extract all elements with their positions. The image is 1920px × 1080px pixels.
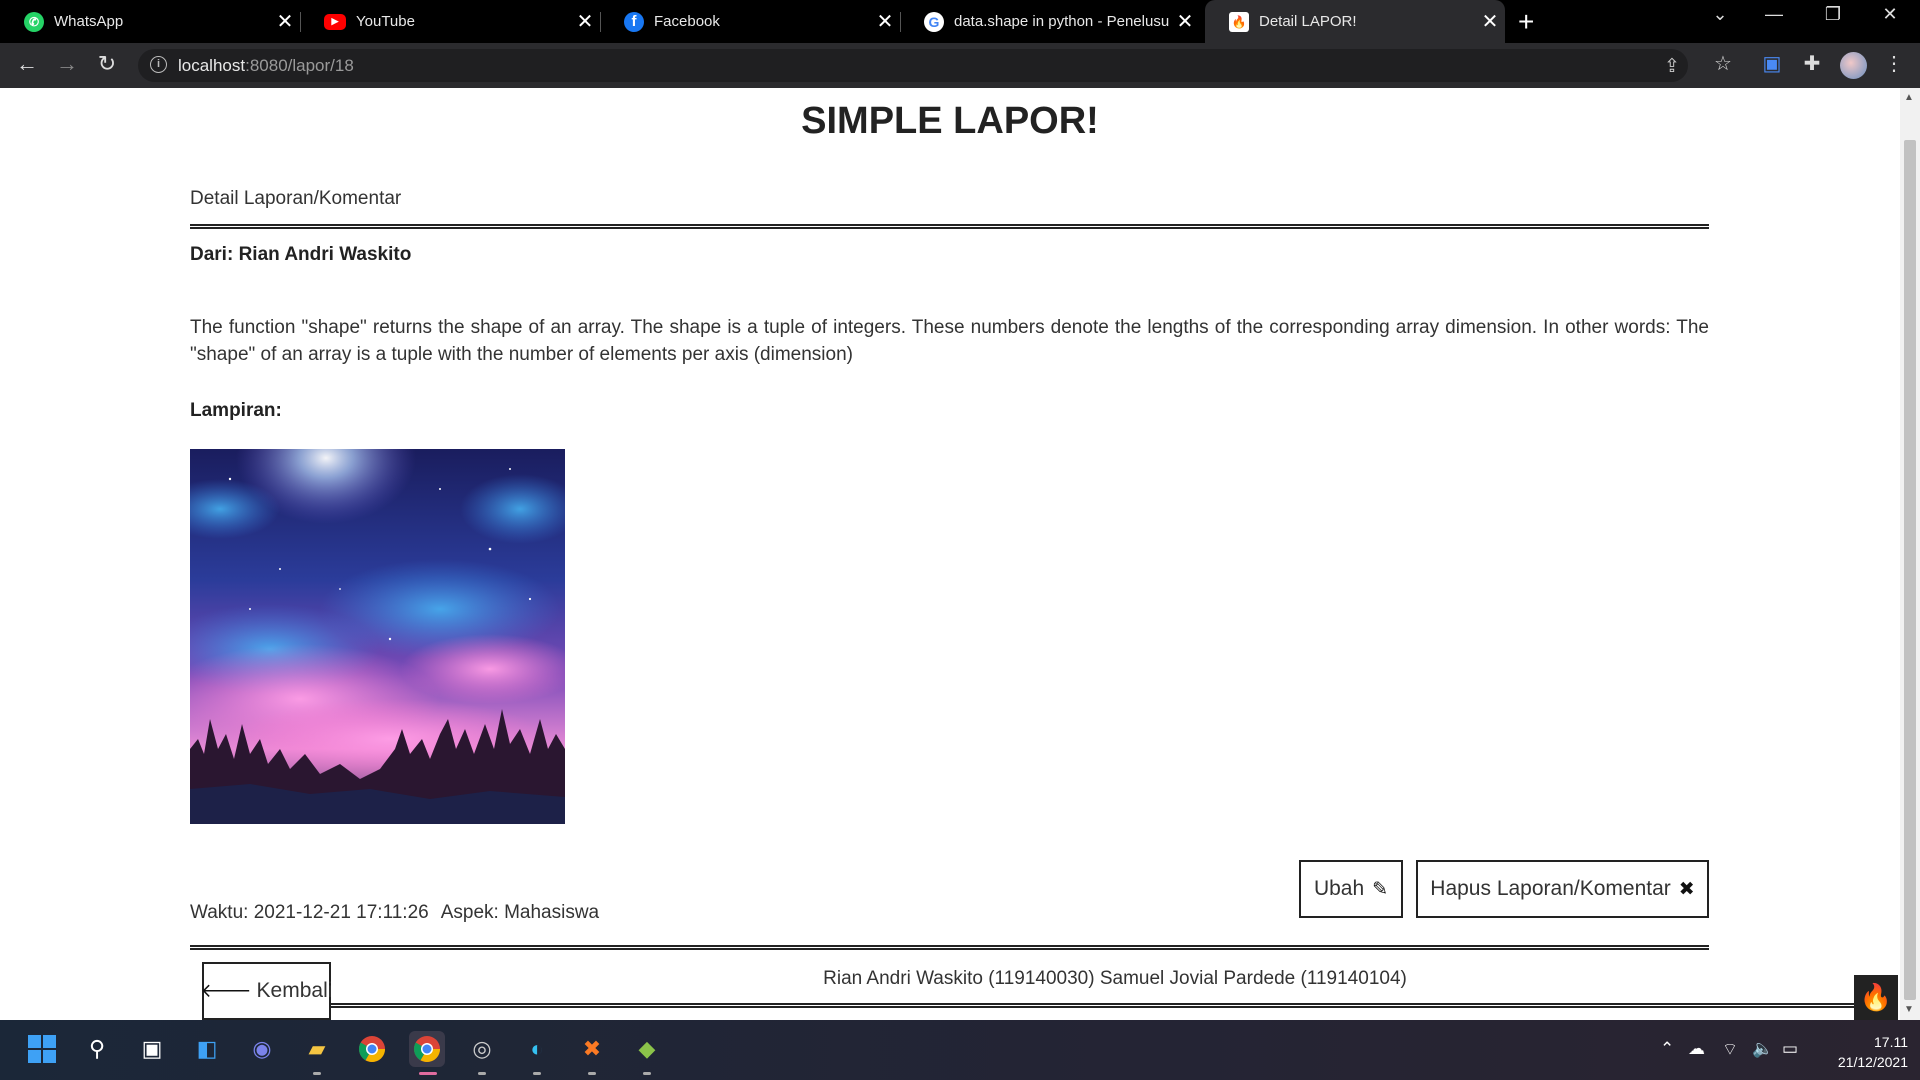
restore-button[interactable]: ❐ xyxy=(1810,4,1856,25)
edit-button[interactable]: Ubah ✎ xyxy=(1299,860,1403,918)
pencil-icon: ✎ xyxy=(1372,878,1389,900)
onedrive-cloud-icon[interactable]: ☁ xyxy=(1688,1039,1705,1059)
report-author: Dari: Rian Andri Waskito xyxy=(190,244,412,265)
address-bar[interactable]: i localhost:8080/lapor/18 ⇪ xyxy=(138,49,1688,82)
bookmark-star-icon[interactable]: ☆ xyxy=(1709,51,1737,76)
browser-toolbar: ← → ↻ i localhost:8080/lapor/18 ⇪ ☆ ▣ ✚ … xyxy=(0,43,1920,88)
xampp-icon[interactable]: ✖ xyxy=(574,1031,610,1067)
attachment-image[interactable] xyxy=(190,449,565,824)
active-indicator xyxy=(419,1072,437,1075)
clock-date: 21/12/2021 xyxy=(1837,1054,1908,1070)
gitkraken-icon[interactable]: ◆ xyxy=(629,1031,665,1067)
taskbar-clock[interactable]: 17.11 21/12/2021 xyxy=(1818,1032,1908,1072)
section-label: Detail Laporan/Komentar xyxy=(190,188,402,209)
close-icon[interactable]: ✕ xyxy=(1170,9,1200,34)
wifi-icon[interactable]: ⌔ xyxy=(1722,1039,1738,1060)
delete-button-label: Hapus Laporan/Komentar xyxy=(1430,877,1671,900)
site-info-icon[interactable]: i xyxy=(150,56,167,73)
flame-icon[interactable]: 🔥 xyxy=(1854,975,1898,1020)
running-indicator xyxy=(643,1072,651,1075)
window-close-button[interactable]: ✕ xyxy=(1867,4,1913,25)
task-view-icon[interactable]: ▣ xyxy=(134,1031,170,1067)
volume-icon[interactable]: 🔈 xyxy=(1752,1039,1773,1059)
tab-title: Detail LAPOR! xyxy=(1259,13,1357,30)
delete-report-button[interactable]: Hapus Laporan/Komentar ✖ xyxy=(1416,860,1709,918)
footer-bar xyxy=(330,1003,1860,1008)
obs-icon[interactable]: ◎ xyxy=(464,1031,500,1067)
scrollbar-thumb[interactable] xyxy=(1904,140,1916,1000)
tab-facebook[interactable]: f Facebook ✕ xyxy=(600,0,900,43)
chrome-profile-icon[interactable] xyxy=(409,1031,445,1067)
running-indicator xyxy=(313,1072,321,1075)
close-icon[interactable]: ✕ xyxy=(870,9,900,34)
tab-whatsapp[interactable]: ✆ WhatsApp ✕ xyxy=(0,0,300,43)
tab-title: Facebook xyxy=(654,13,720,30)
reload-icon[interactable]: ↻ xyxy=(92,51,122,77)
search-icon[interactable]: ⚲ xyxy=(79,1031,115,1067)
chrome-icon[interactable] xyxy=(354,1031,390,1067)
widgets-icon[interactable]: ◧ xyxy=(189,1031,225,1067)
forward-arrow-icon[interactable]: → xyxy=(52,51,82,77)
back-button[interactable]: 🡐 Kembali xyxy=(200,962,333,1020)
google-icon: G xyxy=(924,11,944,32)
report-timestamp: Waktu: 2021-12-21 17:11:26 xyxy=(190,902,429,923)
battery-icon[interactable]: ▭ xyxy=(1782,1039,1798,1059)
clock-time: 17.11 xyxy=(1874,1034,1908,1050)
running-indicator xyxy=(588,1072,596,1075)
back-button-label: Kembali xyxy=(256,979,333,1002)
windows-taskbar: ⚲ ▣ ◧ ◉ ▰ ◎ ◐ ✖ ◆ ⌃ ☁ ⌔ 🔈 ▭ 17.11 21/12/… xyxy=(0,1020,1920,1080)
tab-title: YouTube xyxy=(356,13,415,30)
windows-start-icon[interactable] xyxy=(24,1031,60,1067)
site-title: SIMPLE LAPOR! xyxy=(801,100,1099,142)
tab-title: WhatsApp xyxy=(54,13,124,30)
report-meta: Waktu: 2021-12-21 17:11:26 Aspek: Mahasis… xyxy=(190,902,599,924)
more-menu-icon[interactable]: ⋮ xyxy=(1880,51,1908,76)
running-indicator xyxy=(478,1072,486,1075)
page-scrollbar[interactable]: ▲ ▼ xyxy=(1900,88,1920,1020)
section-divider xyxy=(190,224,1709,229)
back-arrow-icon[interactable]: ← xyxy=(12,51,42,77)
close-icon[interactable]: ✕ xyxy=(270,9,300,34)
arrow-left-icon: 🡐 xyxy=(200,981,252,1002)
minimize-button[interactable]: — xyxy=(1751,4,1797,25)
share-icon[interactable]: ⇪ xyxy=(1664,55,1680,78)
edge-icon[interactable]: ◐ xyxy=(519,1031,555,1067)
teams-chat-icon[interactable]: ◉ xyxy=(244,1031,280,1067)
translate-extension-icon[interactable]: ▣ xyxy=(1758,51,1786,76)
footer-credits: Rian Andri Waskito (119140030) Samuel Jo… xyxy=(823,968,1407,989)
tab-detail-lapor[interactable]: 🔥 Detail LAPOR! ✕ xyxy=(1205,0,1505,43)
tab-search-chevron-icon[interactable]: ⌄ xyxy=(1697,4,1743,25)
browser-tab-strip: ✆ WhatsApp ✕ ▶ YouTube ✕ f Facebook ✕ G … xyxy=(0,0,1920,43)
file-explorer-icon[interactable]: ▰ xyxy=(299,1031,335,1067)
facebook-icon: f xyxy=(624,11,644,32)
tab-google-search[interactable]: G data.shape in python - Penelusur ✕ xyxy=(900,0,1200,43)
scroll-down-icon[interactable]: ▼ xyxy=(1904,1004,1914,1015)
running-indicator xyxy=(533,1072,541,1075)
attachment-label: Lampiran: xyxy=(190,400,282,421)
close-x-icon: ✖ xyxy=(1678,878,1695,900)
close-icon[interactable]: ✕ xyxy=(570,9,600,34)
youtube-icon: ▶ xyxy=(324,13,346,30)
new-tab-button[interactable]: + xyxy=(1518,6,1534,38)
url-text: localhost:8080/lapor/18 xyxy=(178,56,354,75)
report-aspect: Aspek: Mahasiswa xyxy=(440,902,600,923)
scroll-up-icon[interactable]: ▲ xyxy=(1904,92,1914,103)
tab-title: data.shape in python - Penelusur xyxy=(954,13,1170,30)
footer-divider xyxy=(190,945,1709,950)
edit-button-label: Ubah xyxy=(1313,877,1365,900)
tab-youtube[interactable]: ▶ YouTube ✕ xyxy=(300,0,600,43)
report-body: The function "shape" returns the shape o… xyxy=(190,317,1709,365)
whatsapp-icon: ✆ xyxy=(24,11,44,32)
chevron-up-icon[interactable]: ⌃ xyxy=(1660,1039,1674,1059)
close-icon[interactable]: ✕ xyxy=(1475,9,1505,34)
profile-avatar[interactable] xyxy=(1840,52,1867,79)
extensions-puzzle-icon[interactable]: ✚ xyxy=(1798,51,1826,76)
page-content: SIMPLE LAPOR! Detail Laporan/Komentar Da… xyxy=(0,88,1900,1020)
flame-icon: 🔥 xyxy=(1229,11,1249,32)
